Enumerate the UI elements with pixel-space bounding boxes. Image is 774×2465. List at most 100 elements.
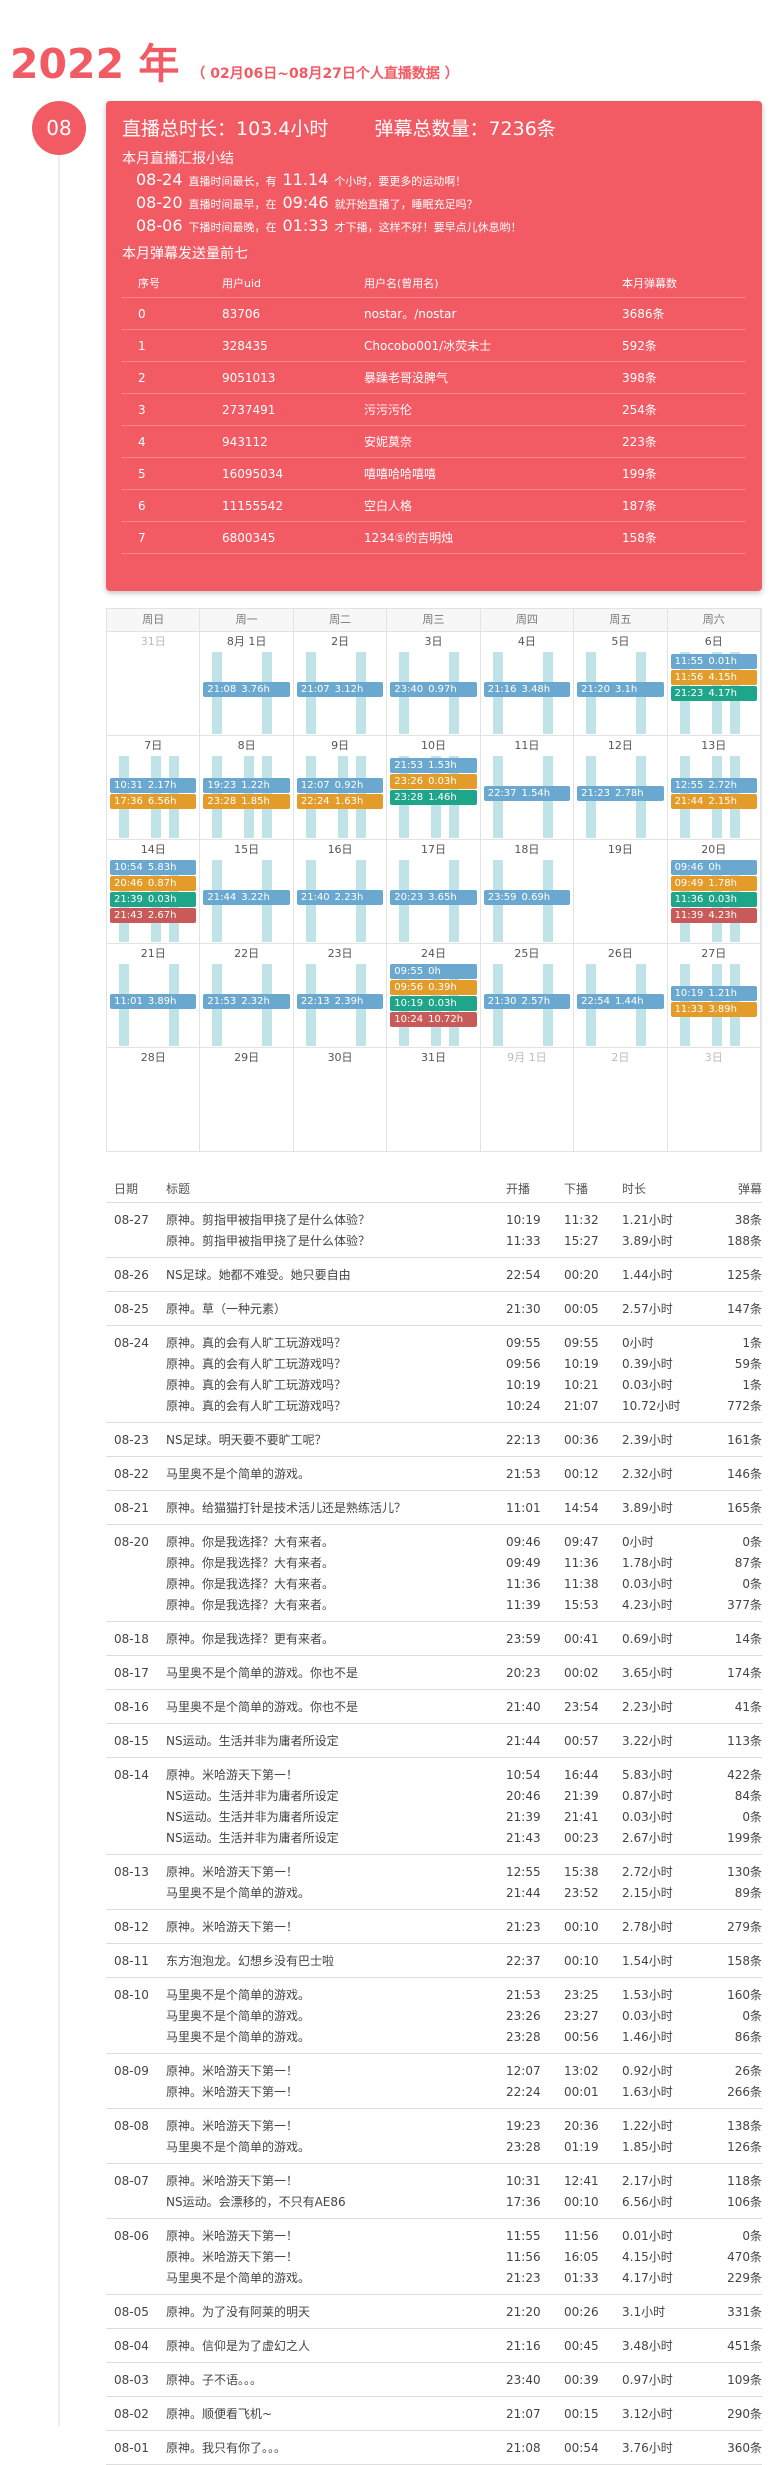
- table-row[interactable]: 原神。你是我选择？大有来者。 11:36 11:38 0.03小时 0条: [106, 1573, 762, 1594]
- calendar-day[interactable]: 7日 10:31 2.17h 17:36 6.56h: [107, 736, 201, 839]
- stream-event[interactable]: 21:44 2.15h: [670, 794, 757, 809]
- stream-event[interactable]: 21:44 3.22h: [203, 890, 290, 905]
- stream-event[interactable]: 12:07 0.92h: [296, 778, 384, 793]
- table-row[interactable]: 08-16 马里奥不是个简单的游戏。你也不是 21:40 23:54 2.23小时 41条: [106, 1696, 762, 1717]
- calendar-day[interactable]: 22日 21:53 2.32h: [200, 944, 294, 1047]
- stream-event[interactable]: 21:07 3.12h: [296, 682, 384, 697]
- table-row[interactable]: 08-10 马里奥不是个简单的游戏。 21:53 23:25 1.53小时 160条: [106, 1984, 762, 2005]
- table-row[interactable]: 08-15 NS运动。生活并非为庸者所设定 21:44 00:57 3.22小时 113条: [106, 1730, 762, 1751]
- table-row[interactable]: 08-13 原神。米哈游天下第一！ 12:55 15:38 2.72小时 130条: [106, 1861, 762, 1882]
- calendar-day[interactable]: 15日 21:44 3.22h: [200, 840, 294, 943]
- stream-event[interactable]: 11:01 3.89h: [110, 994, 197, 1009]
- table-row[interactable]: 08-06 原神。米哈游天下第一！ 11:55 11:56 0.01小时 0条: [106, 2225, 762, 2246]
- calendar-day[interactable]: 24日 09:55 0h 09:56 0.39h 10:19 0.03h 10:24 10.72…: [387, 944, 481, 1047]
- calendar-day[interactable]: 31日: [107, 632, 201, 735]
- calendar-day[interactable]: 21日 11:01 3.89h: [107, 944, 201, 1047]
- stream-event[interactable]: 21:53 1.53h: [390, 758, 477, 773]
- stream-event[interactable]: 21:53 2.32h: [203, 994, 290, 1009]
- stream-event[interactable]: 19:23 1.22h: [203, 778, 290, 793]
- calendar-day[interactable]: 16日 21:40 2.23h: [294, 840, 388, 943]
- table-row[interactable]: 08-22 马里奥不是个简单的游戏。 21:53 00:12 2.32小时 146条: [106, 1463, 762, 1484]
- stream-event[interactable]: 09:56 0.39h: [390, 980, 477, 995]
- stream-event[interactable]: 21:16 3.48h: [483, 682, 571, 697]
- table-row[interactable]: 马里奥不是个简单的游戏。 21:44 23:52 2.15小时 89条: [106, 1882, 762, 1903]
- calendar-day[interactable]: 8日 19:23 1.22h 23:28 1.85h: [200, 736, 294, 839]
- calendar-day[interactable]: 12日 21:23 2.78h: [574, 736, 668, 839]
- calendar-day[interactable]: 11日 22:37 1.54h: [481, 736, 575, 839]
- stream-event[interactable]: 10:24 10.72h: [390, 1012, 477, 1027]
- stream-event[interactable]: 11:36 0.03h: [670, 892, 757, 907]
- table-row[interactable]: 08-09 原神。米哈游天下第一！ 12:07 13:02 0.92小时 26条: [106, 2060, 762, 2081]
- table-row[interactable]: 08-12 原神。米哈游天下第一！ 21:23 00:10 2.78小时 279条: [106, 1916, 762, 1937]
- calendar-day[interactable]: 31日: [387, 1048, 481, 1151]
- calendar-day[interactable]: 25日 21:30 2.57h: [481, 944, 575, 1047]
- table-row[interactable]: 08-01 原神。我只有你了。。。 21:08 00:54 3.76小时 360条: [106, 2437, 762, 2458]
- calendar-day[interactable]: 20日 09:46 0h 09:49 1.78h 11:36 0.03h 11:39 4.23h: [668, 840, 761, 943]
- table-row[interactable]: 马里奥不是个简单的游戏。 23:28 01:19 1.85小时 126条: [106, 2136, 762, 2157]
- calendar-day[interactable]: 23日 22:13 2.39h: [294, 944, 388, 1047]
- calendar-day[interactable]: 26日 22:54 1.44h: [574, 944, 668, 1047]
- table-row[interactable]: 马里奥不是个简单的游戏。 23:28 00:56 1.46小时 86条: [106, 2026, 762, 2047]
- stream-event[interactable]: 11:56 4.15h: [670, 670, 757, 685]
- calendar-day[interactable]: 14日 10:54 5.83h 20:46 0.87h 21:39 0.03h 21:43 2.…: [107, 840, 201, 943]
- table-row[interactable]: 08-02 原神。顺便看飞机~ 21:07 00:15 3.12小时 290条: [106, 2403, 762, 2424]
- stream-event[interactable]: 22:13 2.39h: [296, 994, 384, 1009]
- stream-event[interactable]: 12:55 2.72h: [670, 778, 757, 793]
- stream-event[interactable]: 10:19 1.21h: [670, 986, 757, 1001]
- stream-event[interactable]: 11:33 3.89h: [670, 1002, 757, 1017]
- stream-event[interactable]: 11:55 0.01h: [670, 654, 757, 669]
- table-row[interactable]: 原神。你是我选择？大有来者。 11:39 15:53 4.23小时 377条: [106, 1594, 762, 1615]
- table-row[interactable]: 08-23 NS足球。明天要不要旷工呢？ 22:13 00:36 2.39小时 161条: [106, 1429, 762, 1450]
- stream-event[interactable]: 21:20 3.1h: [577, 682, 664, 697]
- table-row[interactable]: 原神。你是我选择？大有来者。 09:49 11:36 1.78小时 87条: [106, 1552, 762, 1573]
- stream-event[interactable]: 09:49 1.78h: [670, 876, 757, 891]
- table-row[interactable]: 08-24 原神。真的会有人旷工玩游戏吗？ 09:55 09:55 0小时 1条: [106, 1332, 762, 1353]
- table-row[interactable]: 08-07 原神。米哈游天下第一！ 10:31 12:41 2.17小时 118条: [106, 2170, 762, 2191]
- calendar-day[interactable]: 30日: [294, 1048, 388, 1151]
- table-row[interactable]: 原神。真的会有人旷工玩游戏吗？ 09:56 10:19 0.39小时 59条: [106, 1353, 762, 1374]
- calendar-day[interactable]: 29日: [200, 1048, 294, 1151]
- table-row[interactable]: 08-14 原神。米哈游天下第一！ 10:54 16:44 5.83小时 422条: [106, 1764, 762, 1785]
- table-row[interactable]: NS运动。生活并非为庸者所设定 21:43 00:23 2.67小时 199条: [106, 1827, 762, 1848]
- stream-event[interactable]: 21:30 2.57h: [483, 994, 571, 1009]
- stream-event[interactable]: 11:39 4.23h: [670, 908, 757, 923]
- calendar-day[interactable]: 5日 21:20 3.1h: [574, 632, 668, 735]
- stream-event[interactable]: 23:59 0.69h: [483, 890, 571, 905]
- table-row[interactable]: 08-20 原神。你是我选择？大有来者。 09:46 09:47 0小时 0条: [106, 1531, 762, 1552]
- stream-event[interactable]: 22:37 1.54h: [483, 786, 571, 801]
- stream-event[interactable]: 09:46 0h: [670, 860, 757, 875]
- table-row[interactable]: 08-18 原神。你是我选择？更有来者。 23:59 00:41 0.69小时 14条: [106, 1628, 762, 1649]
- stream-event[interactable]: 23:28 1.46h: [390, 790, 477, 805]
- calendar-day[interactable]: 8月 1日 21:08 3.76h: [200, 632, 294, 735]
- calendar-day[interactable]: 2日 21:07 3.12h: [294, 632, 388, 735]
- table-row[interactable]: 马里奥不是个简单的游戏。 21:23 01:33 4.17小时 229条: [106, 2267, 762, 2288]
- table-row[interactable]: 08-21 原神。给猫猫打针是技术活儿还是熟练活儿？ 11:01 14:54 3.89小…: [106, 1497, 762, 1518]
- table-row[interactable]: 原神。真的会有人旷工玩游戏吗？ 10:24 21:07 10.72小时 772条: [106, 1395, 762, 1416]
- table-row[interactable]: 08-03 原神。子不语。。。 23:40 00:39 0.97小时 109条: [106, 2369, 762, 2390]
- stream-event[interactable]: 21:40 2.23h: [296, 890, 384, 905]
- calendar-day[interactable]: 9月 1日: [481, 1048, 575, 1151]
- calendar-day[interactable]: 3日: [668, 1048, 761, 1151]
- stream-event[interactable]: 21:39 0.03h: [110, 892, 197, 907]
- stream-event[interactable]: 09:55 0h: [390, 964, 477, 979]
- table-row[interactable]: 08-08 原神。米哈游天下第一！ 19:23 20:36 1.22小时 138条: [106, 2115, 762, 2136]
- table-row[interactable]: 08-11 东方泡泡龙。幻想乡没有巴士啦 22:37 00:10 1.54小时 158条: [106, 1950, 762, 1971]
- stream-event[interactable]: 20:46 0.87h: [110, 876, 197, 891]
- calendar-day[interactable]: 3日 23:40 0.97h: [387, 632, 481, 735]
- stream-event[interactable]: 23:26 0.03h: [390, 774, 477, 789]
- table-row[interactable]: 原神。真的会有人旷工玩游戏吗？ 10:19 10:21 0.03小时 1条: [106, 1374, 762, 1395]
- table-row[interactable]: NS运动。生活并非为庸者所设定 20:46 21:39 0.87小时 84条: [106, 1785, 762, 1806]
- table-row[interactable]: 原神。米哈游天下第一！ 22:24 00:01 1.63小时 266条: [106, 2081, 762, 2102]
- table-row[interactable]: 08-17 马里奥不是个简单的游戏。你也不是 20:23 00:02 3.65小时 174…: [106, 1662, 762, 1683]
- stream-event[interactable]: 23:40 0.97h: [390, 682, 477, 697]
- table-row[interactable]: 马里奥不是个简单的游戏。 23:26 23:27 0.03小时 0条: [106, 2005, 762, 2026]
- calendar-day[interactable]: 28日: [107, 1048, 201, 1151]
- table-row[interactable]: 08-04 原神。信仰是为了虚幻之人 21:16 00:45 3.48小时 451条: [106, 2335, 762, 2356]
- calendar-day[interactable]: 10日 21:53 1.53h 23:26 0.03h 23:28 1.46h: [387, 736, 481, 839]
- stream-event[interactable]: 10:54 5.83h: [110, 860, 197, 875]
- table-row[interactable]: 原神。米哈游天下第一！ 11:56 16:05 4.15小时 470条: [106, 2246, 762, 2267]
- calendar-day[interactable]: 4日 21:16 3.48h: [481, 632, 575, 735]
- calendar-day[interactable]: 18日 23:59 0.69h: [481, 840, 575, 943]
- stream-event[interactable]: 20:23 3.65h: [390, 890, 477, 905]
- calendar-day[interactable]: 6日 11:55 0.01h 11:56 4.15h 21:23 4.17h: [668, 632, 761, 735]
